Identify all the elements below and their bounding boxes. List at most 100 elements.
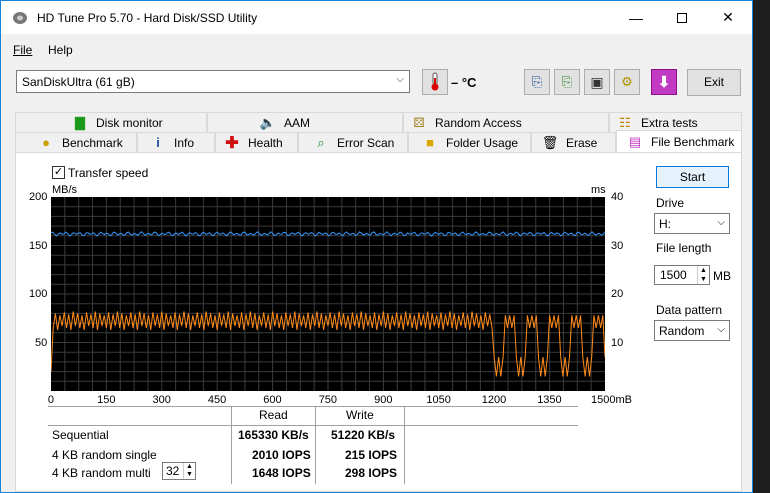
chevron-down-icon: ⌵ xyxy=(717,217,725,228)
download-arrow-icon: ⬇ xyxy=(657,74,671,91)
drive-select-value: SanDiskUltra (61 gB) xyxy=(22,75,135,89)
transfer-speed-label: Transfer speed xyxy=(68,166,149,180)
tab-label: Error Scan xyxy=(337,135,395,150)
y-right-tick-label: 30 xyxy=(611,239,624,252)
start-button[interactable]: Start xyxy=(656,166,729,188)
tab-random-access[interactable]: ⚄ Random Access xyxy=(403,112,609,132)
table-top-divider xyxy=(48,406,578,407)
minimize-button[interactable]: — xyxy=(613,1,659,34)
exit-button[interactable]: Exit xyxy=(687,69,741,96)
table-header-divider xyxy=(48,425,578,426)
temperature-button[interactable] xyxy=(422,69,448,95)
x-tick-label: 450 xyxy=(207,394,227,406)
bar-chart-icon: ▇ xyxy=(75,114,85,130)
tab-file-benchmark[interactable]: ▤ File Benchmark xyxy=(616,130,742,152)
tab-label: Benchmark xyxy=(62,135,123,150)
row-label: 4 KB random multi xyxy=(52,466,151,480)
close-button[interactable]: ✕ xyxy=(705,1,751,34)
drive-letter-select[interactable]: H: ⌵ xyxy=(654,213,730,234)
file-length-value: 1500 xyxy=(660,268,687,282)
copy-all-button[interactable]: ⎘ xyxy=(554,69,580,95)
row-label: Sequential xyxy=(52,428,109,442)
row-read: 165330 KB/s xyxy=(238,428,309,442)
y-left-tick-label: 100 xyxy=(29,288,48,300)
y-left-tick-label: 150 xyxy=(29,239,48,252)
title-bar: HD Tune Pro 5.70 - Hard Disk/SSD Utility… xyxy=(1,1,752,34)
tab-folder-usage[interactable]: ■ Folder Usage xyxy=(408,132,531,152)
tab-extra-tests[interactable]: ☷ Extra tests xyxy=(609,112,742,132)
copy-all-icon: ⎘ xyxy=(561,74,573,89)
camera-icon: ▣ xyxy=(590,73,604,90)
tab-erase[interactable]: 🗑 Erase xyxy=(531,132,616,152)
folder-icon: ■ xyxy=(426,135,434,150)
transfer-speed-checkbox[interactable]: ✓ xyxy=(52,166,65,179)
chevron-down-icon: ⌵ xyxy=(717,324,725,335)
tab-label: Health xyxy=(248,135,283,150)
tab-error-scan[interactable]: ⌕ Error Scan xyxy=(298,132,408,152)
drive-select[interactable]: SanDiskUltra (61 gB) ⌵ xyxy=(16,70,410,93)
info-icon: i xyxy=(156,135,160,150)
data-pattern-select[interactable]: Random ⌵ xyxy=(654,320,730,341)
row-write: 215 IOPS xyxy=(345,448,398,462)
file-length-label: File length xyxy=(656,241,712,255)
x-tick-label: 900 xyxy=(374,394,393,406)
row-read: 2010 IOPS xyxy=(252,448,311,462)
tab-disk-monitor[interactable]: ▇ Disk monitor xyxy=(15,112,207,132)
spin-arrows-icon[interactable]: ▲ ▼ xyxy=(183,463,195,479)
close-icon: ✕ xyxy=(722,9,734,25)
x-tick-label: 600 xyxy=(263,394,282,406)
y-right-tick-label: 40 xyxy=(611,191,624,203)
temperature-value: – °C xyxy=(451,75,477,90)
queue-depth-stepper[interactable]: 32 ▲ ▼ xyxy=(162,462,196,480)
data-pattern-label: Data pattern xyxy=(656,303,723,317)
y-left-unit: MB/s xyxy=(52,184,78,196)
tab-health[interactable]: ✚ Health xyxy=(215,132,298,152)
app-icon xyxy=(13,12,27,24)
options-button[interactable]: ⚙ xyxy=(614,69,640,95)
tab-label: File Benchmark xyxy=(651,134,735,149)
tab-info[interactable]: i Info xyxy=(137,132,215,152)
extra-tests-icon: ☷ xyxy=(619,114,631,130)
y-right-tick-label: 20 xyxy=(611,288,624,300)
copy-text-button[interactable]: ⎘ xyxy=(524,69,550,95)
row-read: 1648 IOPS xyxy=(252,466,311,480)
x-tick-label: 1200 xyxy=(481,394,507,406)
file-length-stepper[interactable]: 1500 ▲ ▼ xyxy=(654,265,710,285)
x-tick-label: 0 xyxy=(47,394,55,406)
maximize-button[interactable] xyxy=(659,1,705,34)
y-left-tick-label: 200 xyxy=(29,191,48,203)
tab-benchmark[interactable]: ● Benchmark xyxy=(15,132,137,152)
menu-help[interactable]: Help xyxy=(48,43,73,57)
menu-file[interactable]: File xyxy=(13,43,32,57)
y-right-unit: ms xyxy=(591,184,606,196)
download-button[interactable]: ⬇ xyxy=(651,69,677,95)
table-divider-1 xyxy=(231,406,232,484)
speaker-icon: 🔈 xyxy=(259,114,277,130)
y-left-tick-label: 50 xyxy=(35,336,48,349)
copy-icon: ⎘ xyxy=(531,74,543,89)
x-tick-label: 150 xyxy=(97,394,116,406)
transfer-chart-svg xyxy=(50,197,606,391)
read-header: Read xyxy=(259,408,288,422)
drive-letter-value: H: xyxy=(659,217,671,231)
tools-icon: ⚙ xyxy=(621,74,633,89)
data-pattern-value: Random xyxy=(659,324,705,338)
lightbulb-icon: ● xyxy=(42,135,50,150)
tab-aam[interactable]: 🔈 AAM xyxy=(207,112,403,132)
screenshot-button[interactable]: ▣ xyxy=(584,69,610,95)
transfer-chart xyxy=(50,197,606,391)
app-window: HD Tune Pro 5.70 - Hard Disk/SSD Utility… xyxy=(0,0,753,493)
drive-label: Drive xyxy=(656,196,685,210)
tab-label: Disk monitor xyxy=(96,115,163,130)
x-tick-label: 750 xyxy=(318,394,338,406)
maximize-icon xyxy=(677,12,687,23)
spin-arrows-icon[interactable]: ▲ ▼ xyxy=(697,266,709,284)
row-write: 51220 KB/s xyxy=(331,428,396,442)
x-tick-label: 300 xyxy=(152,394,171,406)
dice-icon: ⚄ xyxy=(413,114,425,130)
write-header: Write xyxy=(346,408,374,422)
health-cross-icon: ✚ xyxy=(225,134,239,152)
x-tick-label: 1350 xyxy=(537,394,562,406)
thermometer-icon xyxy=(431,72,439,91)
chevron-down-icon: ⌵ xyxy=(396,74,404,85)
